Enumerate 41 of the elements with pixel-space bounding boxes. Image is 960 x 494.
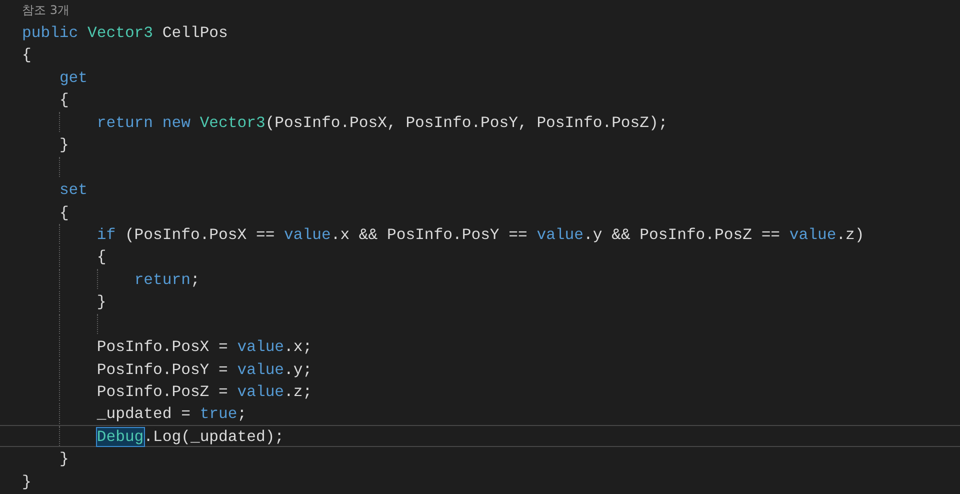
code-text: if: [96, 226, 116, 244]
code-text: .z;: [284, 383, 312, 401]
code-text: PosInfo.PosZ =: [96, 383, 229, 401]
code-text: true: [200, 405, 238, 424]
code-text: PosInfo.PosX =: [96, 338, 229, 356]
code-text: ;: [237, 405, 247, 424]
code-text: {: [59, 204, 69, 222]
code-text: set: [59, 181, 88, 200]
code-text: Vector3: [88, 24, 154, 42]
code-text: _updated =: [96, 405, 192, 424]
code-text: }: [96, 293, 106, 312]
code-text: (PosInfo.PosX, PosInfo.PosY, PosInfo.PosZ);: [265, 114, 668, 132]
code-text: value: [237, 360, 284, 379]
code-text: .y;: [284, 360, 312, 379]
code-text: .z): [836, 226, 864, 244]
code-text: .y && PosInfo.PosZ ==: [584, 226, 782, 244]
code-text: Vector3: [200, 114, 266, 132]
code-text: return new: [96, 114, 192, 132]
code-text: }: [22, 472, 32, 491]
code-text: .Log(_updated);: [144, 428, 284, 446]
code-text: public: [22, 24, 80, 42]
code-text: {: [22, 46, 32, 64]
code-text: (PosInfo.PosX ==: [124, 226, 276, 244]
code-text: value: [789, 226, 836, 244]
reference-count[interactable]: 참조 3개: [22, 2, 70, 19]
code-text: return: [134, 270, 190, 289]
code-text: value: [536, 226, 584, 244]
code-text: value: [284, 226, 331, 244]
code-text: {: [96, 248, 106, 266]
code-text: get: [59, 68, 88, 87]
code-text: .x && PosInfo.PosY ==: [330, 226, 528, 244]
code-text: PosInfo.PosY =: [96, 360, 229, 379]
code-text: }: [59, 450, 69, 468]
code-text: {: [59, 91, 69, 110]
code-text: .x;: [284, 338, 312, 356]
code-text: ;: [190, 270, 200, 289]
code-text: value: [237, 383, 284, 401]
code-text: CellPos: [161, 24, 228, 42]
code-text: Debug: [96, 428, 144, 446]
code-text: }: [59, 136, 69, 154]
code-text: value: [237, 338, 284, 356]
